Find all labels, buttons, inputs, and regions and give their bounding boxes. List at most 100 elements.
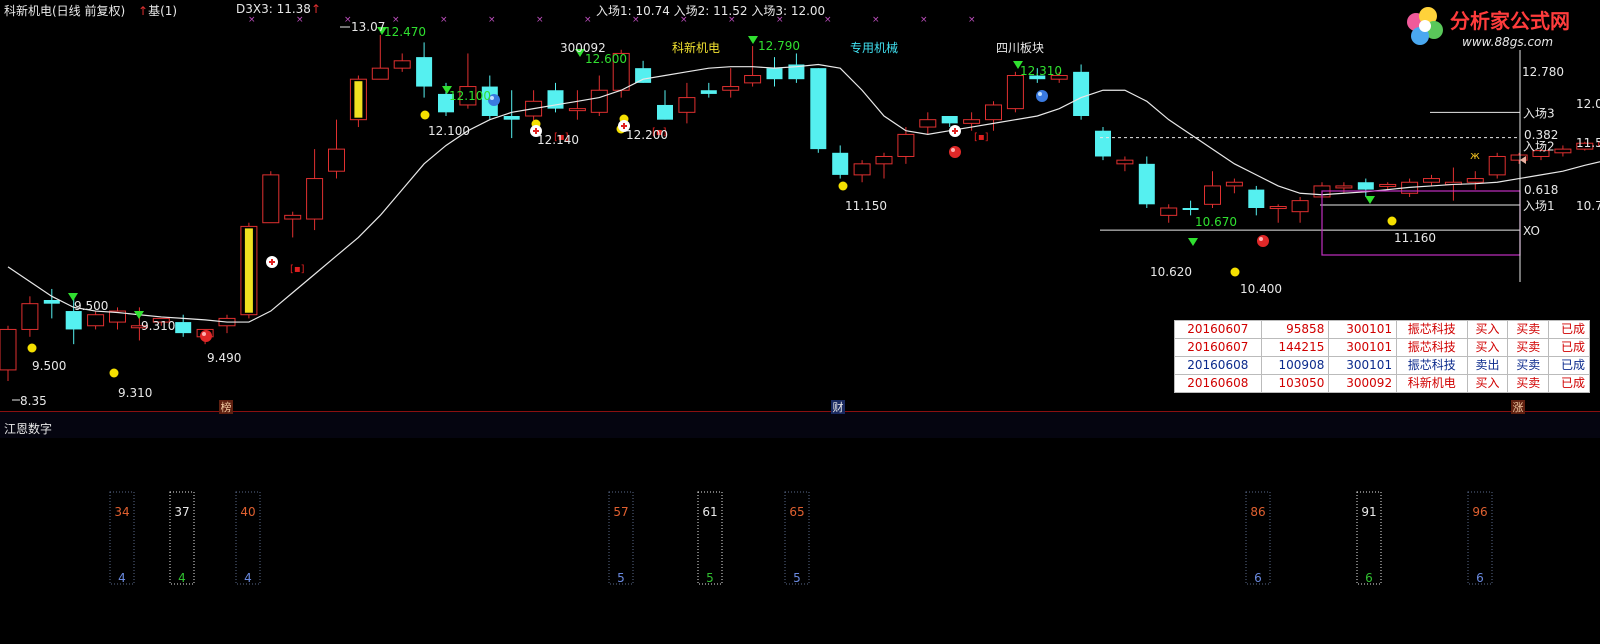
- candle-body-down: [1248, 189, 1265, 208]
- candle-body-up: [0, 328, 17, 371]
- red-ball-icon: [949, 146, 961, 158]
- trade-cell-code: 300101: [1328, 320, 1398, 339]
- trade-cell-action: 卖出: [1466, 356, 1509, 375]
- gann-top-number: 57: [613, 505, 628, 519]
- trade-cell-name: 振芯科技: [1396, 320, 1468, 339]
- red-ball-highlight: [202, 332, 206, 336]
- candle-body-up: [1225, 181, 1243, 187]
- gann-bottom-number: 5: [706, 571, 714, 585]
- candle-body-up: [985, 104, 1002, 121]
- yellow-dot-icon: [420, 110, 430, 120]
- candle-highlight: [354, 81, 363, 118]
- price-label: 10.670: [1195, 215, 1237, 229]
- trade-cell-time: 144215: [1260, 338, 1330, 357]
- candle-body-down: [43, 300, 60, 304]
- signal-tag-icon: [▪]: [974, 132, 989, 143]
- candle-body-down: [766, 68, 783, 80]
- candle-body-up: [1006, 75, 1024, 110]
- candle-body-up: [897, 133, 915, 157]
- right-axis-value: 10.74: [1576, 199, 1600, 213]
- top-marker-dot: ×: [248, 15, 256, 25]
- logo-url: www.88gs.com: [1462, 35, 1553, 49]
- candle-body-up: [1554, 148, 1572, 154]
- price-label: 11.160: [1394, 231, 1436, 245]
- trade-row[interactable]: 20160607 144215 300101 振芯科技 买入 买卖 已成: [1174, 338, 1590, 357]
- price-label: 9.310: [118, 386, 152, 400]
- gann-bottom-number: 6: [1365, 571, 1373, 585]
- gann-top-number: 65: [789, 505, 804, 519]
- trade-row[interactable]: 20160607 95858 300101 振芯科技 买入 买卖 已成: [1174, 320, 1590, 339]
- top-marker-dot: ×: [440, 15, 448, 25]
- level-label-entry3: 入场3: [1523, 106, 1555, 120]
- gann-bottom-number: 4: [244, 571, 252, 585]
- gann-top-number: 34: [114, 505, 129, 519]
- annotation-stock-code: 300092: [560, 41, 606, 55]
- candle-body-up: [1488, 155, 1506, 176]
- gann-bottom-number: 4: [178, 571, 186, 585]
- trade-row[interactable]: 20160608 103050 300092 科新机电 买入 买卖 已成: [1174, 374, 1590, 393]
- d3x3-label: D3X3: 11.38↑: [236, 2, 321, 16]
- yellow-dot-icon: [1387, 216, 1397, 226]
- trade-cell-code: 300101: [1328, 356, 1398, 375]
- candle-body-up: [306, 178, 324, 220]
- trade-cell-status: 已成: [1548, 320, 1590, 339]
- gann-bottom-number: 6: [1254, 571, 1262, 585]
- candle-body-up: [590, 89, 608, 113]
- trade-cell-status: 已成: [1548, 356, 1590, 375]
- butterfly-icon: ж: [1470, 149, 1480, 162]
- site-logo: 分析家公式网 www.88gs.com: [1394, 2, 1594, 52]
- candle-body-up: [87, 314, 105, 327]
- candle-body-up: [919, 119, 937, 128]
- trade-row[interactable]: 20160608 100908 300101 振芯科技 卖出 买卖 已成: [1174, 356, 1590, 375]
- trade-cell-date: 20160608: [1174, 356, 1262, 375]
- event-tag: 涨: [1513, 401, 1524, 414]
- candle-body-up: [853, 163, 871, 176]
- top-marker-dot: ×: [920, 15, 928, 25]
- trade-record-table: 20160607 95858 300101 振芯科技 买入 买卖 已成 20160607 144…: [1174, 320, 1590, 393]
- annotation-industry: 专用机械: [850, 40, 898, 55]
- candle-body-up: [678, 97, 696, 113]
- entry-levels-label: 入场1: 10.74 入场2: 11.52 入场3: 12.00: [596, 4, 826, 18]
- logo-name: 分析家公式网: [1450, 9, 1570, 33]
- candle-body-up: [1116, 159, 1134, 165]
- price-label: 13.07: [351, 20, 385, 34]
- gann-bottom-number: 5: [617, 571, 625, 585]
- fib-label-0382: 0.382: [1524, 128, 1558, 142]
- candle-body-up: [284, 214, 302, 220]
- annotation-stock-name: 科新机电: [672, 40, 720, 55]
- candle-body-down: [1182, 208, 1199, 210]
- base-label: ↑基(1): [138, 2, 177, 19]
- candle-body-up: [1423, 178, 1440, 183]
- yellow-dot-icon: [838, 181, 848, 191]
- price-label: 9.500: [32, 359, 66, 373]
- price-label: 11.150: [845, 199, 887, 213]
- fib-label-0618: 0.618: [1524, 183, 1558, 197]
- candle-body-down: [416, 57, 433, 87]
- candle-body-up: [1269, 206, 1287, 210]
- trade-cell-name: 振芯科技: [1396, 356, 1468, 375]
- right-axis-value: 12.00: [1576, 97, 1600, 111]
- trade-cell-date: 20160607: [1174, 320, 1262, 339]
- trade-cell-status: 已成: [1548, 374, 1590, 393]
- trade-cell-code: 300092: [1328, 374, 1398, 393]
- trade-cell-name: 振芯科技: [1396, 338, 1468, 357]
- stock-title: 科新机电(日线 前复权): [4, 4, 126, 18]
- blue-ball-icon: [1036, 90, 1048, 102]
- sub-panel-title: 江恩数字: [4, 422, 53, 436]
- top-marker-dot: ×: [872, 15, 880, 25]
- price-label: 9.310: [141, 319, 175, 333]
- sub-panel-header-band: [0, 412, 1600, 438]
- price-label: 8.35: [20, 394, 47, 408]
- candle-body-down: [941, 116, 958, 124]
- signal-tag-icon: [▪]: [290, 264, 305, 275]
- price-label: 12.470: [384, 25, 426, 39]
- candle-body-up: [328, 148, 345, 172]
- trade-cell-time: 100908: [1260, 356, 1330, 375]
- trade-cell-name: 科新机电: [1396, 374, 1468, 393]
- d3x3-label-text: D3X3: 11.38: [236, 2, 311, 16]
- candle-body-down: [1095, 130, 1111, 157]
- gann-bottom-number: 6: [1476, 571, 1484, 585]
- candle-body-down: [175, 322, 192, 334]
- price-label: 12.100: [449, 89, 491, 103]
- flower-icon: [1407, 7, 1443, 45]
